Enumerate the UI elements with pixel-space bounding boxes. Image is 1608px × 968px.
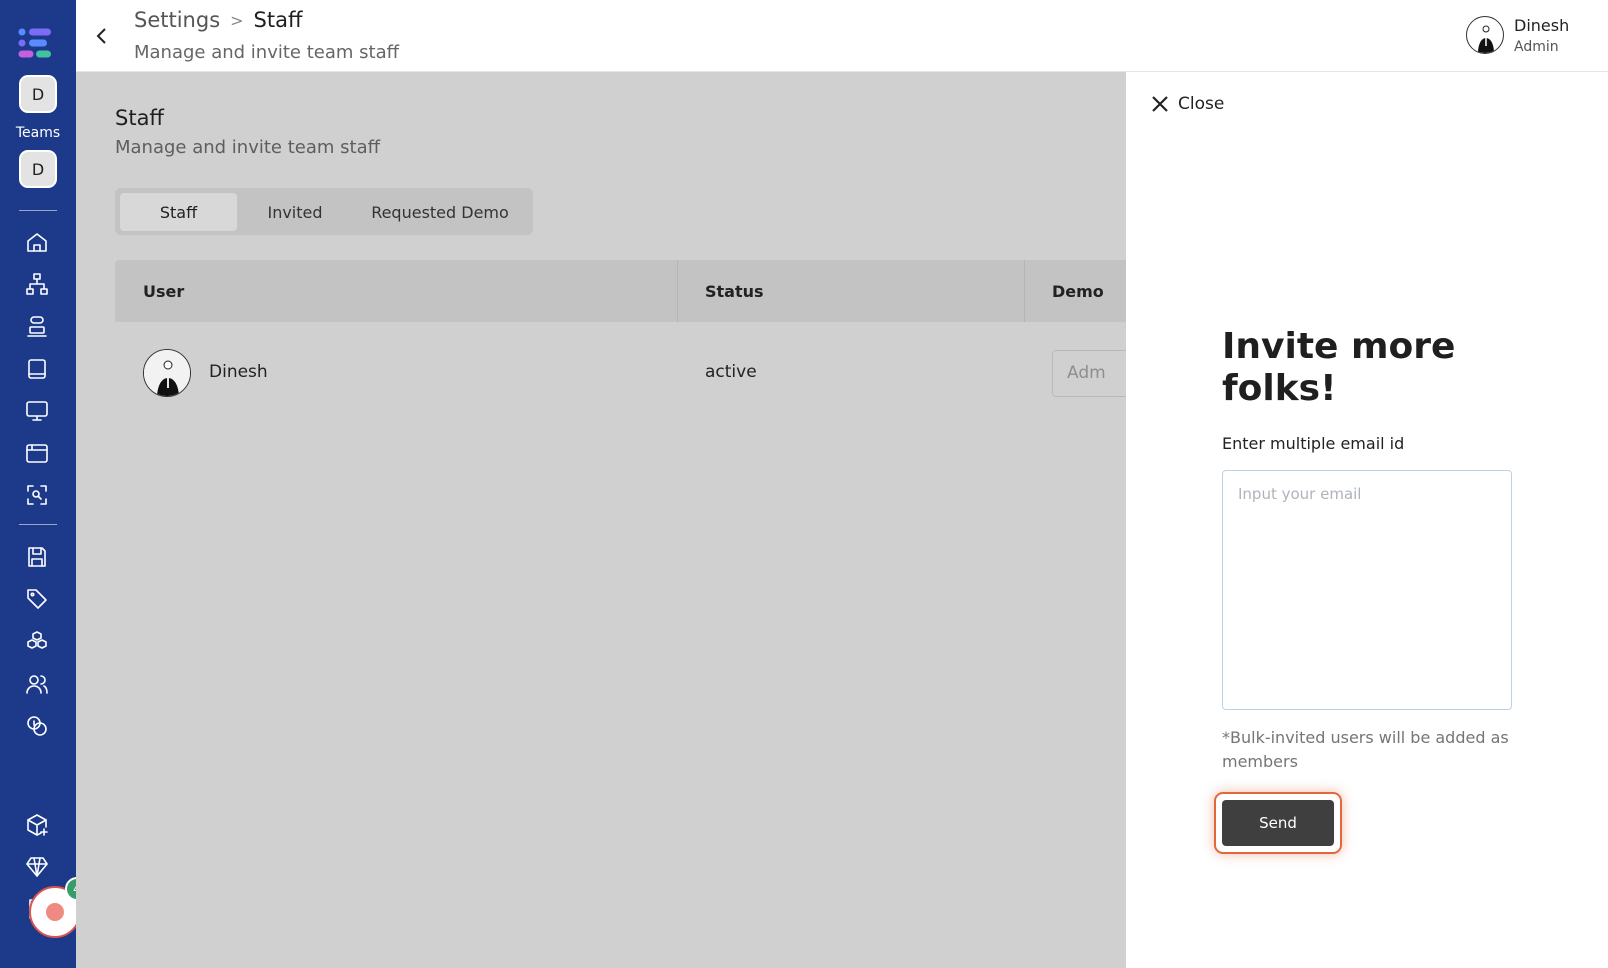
row-status: active <box>705 362 757 382</box>
breadcrumb-settings[interactable]: Settings <box>134 8 220 32</box>
column-header-status: Status <box>705 281 764 301</box>
close-icon <box>1152 96 1168 112</box>
team-switcher-avatar[interactable]: D <box>19 150 57 188</box>
app-logo[interactable] <box>18 27 54 59</box>
tab-invited[interactable]: Invited <box>239 193 351 231</box>
tab-requested-demo[interactable]: Requested Demo <box>355 193 525 231</box>
org-chart-icon[interactable] <box>24 271 50 297</box>
send-button[interactable]: Send <box>1222 800 1334 846</box>
back-button[interactable] <box>90 24 114 48</box>
email-input[interactable] <box>1222 470 1512 710</box>
sidebar-divider <box>19 210 57 211</box>
row-user-avatar <box>143 349 191 397</box>
user-avatar[interactable] <box>1466 16 1504 54</box>
column-header-user: User <box>143 281 185 301</box>
user-role: Admin <box>1514 39 1559 55</box>
cubes-icon[interactable] <box>24 629 50 655</box>
breadcrumb: Settings > Staff <box>134 8 302 32</box>
close-button[interactable]: Close <box>1150 94 1224 114</box>
sidebar-divider <box>19 524 57 525</box>
invite-drawer: Close Invite more folks! Enter multiple … <box>1126 72 1608 968</box>
close-label: Close <box>1178 94 1225 114</box>
team-avatar[interactable]: D <box>19 75 57 113</box>
column-header-demo: Demo <box>1052 281 1104 301</box>
users-icon[interactable] <box>24 671 50 697</box>
coins-icon[interactable] <box>24 713 50 739</box>
email-field-label: Enter multiple email id <box>1222 434 1405 453</box>
tag-icon[interactable] <box>24 586 50 612</box>
main-content-overlay[interactable]: Staff Manage and invite team staff Staff… <box>76 72 1132 968</box>
column-divider <box>677 260 678 322</box>
staff-table: User Status Demo Dinesh active Adm <box>115 260 1132 422</box>
table-row: Dinesh active Adm <box>115 322 1132 422</box>
page-subtitle: Manage and invite team staff <box>115 137 381 158</box>
home-icon[interactable] <box>24 229 50 255</box>
book-icon[interactable] <box>24 356 50 382</box>
monitor-icon[interactable] <box>24 398 50 424</box>
save-icon[interactable] <box>24 544 50 570</box>
sidebar: D Teams D <box>0 0 89 968</box>
user-name: Dinesh <box>1514 16 1570 35</box>
package-plus-icon[interactable] <box>24 812 50 838</box>
row-role-select[interactable]: Adm <box>1052 350 1132 397</box>
column-divider <box>1024 260 1025 322</box>
scan-search-icon[interactable] <box>24 482 50 508</box>
breadcrumb-separator-icon: > <box>230 10 244 30</box>
stack-icon[interactable] <box>24 313 50 339</box>
teams-label: Teams <box>15 125 61 141</box>
record-dot-icon <box>46 903 64 921</box>
diamond-icon[interactable] <box>24 854 50 880</box>
invite-title: Invite more folks! <box>1222 326 1456 409</box>
calendar-icon[interactable] <box>24 440 50 466</box>
header-subtitle: Manage and invite team staff <box>134 42 400 63</box>
staff-tabs: Staff Invited Requested Demo <box>115 188 533 235</box>
table-header: User Status Demo <box>115 260 1126 322</box>
top-header: Settings > Staff Manage and invite team … <box>76 0 1608 72</box>
bulk-invite-note: *Bulk-invited users will be added as mem… <box>1222 728 1509 771</box>
row-user-name: Dinesh <box>209 362 268 382</box>
page-title: Staff <box>115 106 164 130</box>
chevron-left-icon <box>96 28 106 44</box>
breadcrumb-current: Staff <box>253 8 303 32</box>
tab-staff[interactable]: Staff <box>120 193 237 231</box>
